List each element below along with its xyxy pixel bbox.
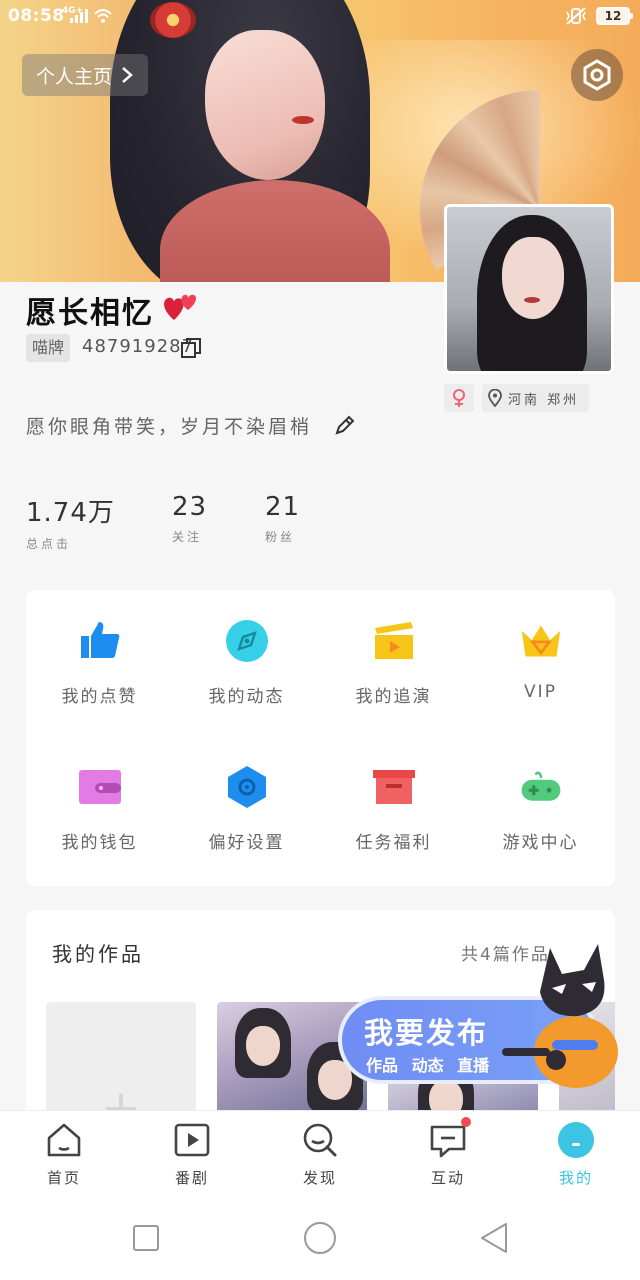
- grid-item-task-rewards[interactable]: 任务福利: [320, 736, 467, 876]
- tab-interaction[interactable]: 互动: [384, 1111, 512, 1196]
- system-navigation-bar: [0, 1196, 640, 1280]
- gift-box-icon: [373, 770, 415, 804]
- discover-icon: [303, 1123, 337, 1157]
- stat-following[interactable]: 23 关注: [172, 492, 265, 552]
- grid-label: 我的动态: [208, 687, 285, 707]
- gender-badge: [444, 384, 474, 412]
- grid-item-my-posts[interactable]: 我的动态: [173, 590, 320, 730]
- tab-label: 我的: [558, 1169, 593, 1187]
- tab-me[interactable]: 我的: [512, 1111, 640, 1196]
- grid-label: 偏好设置: [208, 833, 285, 853]
- grid-label: VIP: [524, 682, 557, 702]
- signal-icon: [70, 9, 88, 23]
- grid-item-my-follows[interactable]: 我的追演: [320, 590, 467, 730]
- tab-anime[interactable]: 番剧: [128, 1111, 256, 1196]
- grid-label: 我的钱包: [61, 833, 138, 853]
- id-badge: 喵牌: [26, 334, 71, 362]
- notification-dot: [461, 1117, 471, 1127]
- stat-label: 粉丝: [265, 530, 296, 544]
- grid-label: 我的点赞: [61, 687, 138, 707]
- status-time: 08:58: [8, 6, 65, 26]
- profile-section: 愿长相忆 喵牌 487919287 河南 郑州 愿你眼角带笑，岁月不染眉梢 1.…: [0, 204, 640, 582]
- signature: 愿你眼角带笑，岁月不染眉梢: [26, 416, 313, 438]
- stat-followers[interactable]: 21 粉丝: [265, 492, 411, 552]
- works-title: 我的作品: [52, 942, 144, 966]
- thumbs-up-icon: [81, 622, 120, 658]
- avatar-face: [502, 237, 564, 319]
- grid-item-game-center[interactable]: 游戏中心: [467, 736, 614, 876]
- username: 愿长相忆: [26, 296, 154, 331]
- bottom-tab-bar: 首页 番剧 发现 互动 我的: [0, 1110, 640, 1196]
- wallet-icon: [79, 770, 121, 804]
- personal-homepage-label: 个人主页: [36, 65, 113, 88]
- grid-label: 我的追演: [355, 687, 432, 707]
- location-pin-icon: [488, 389, 502, 407]
- publish-title: 我要发布: [364, 1016, 489, 1050]
- home-icon: [47, 1123, 81, 1157]
- stat-label: 关注: [172, 530, 203, 544]
- wifi-icon: [94, 9, 112, 23]
- stats-row: 1.74万 总点击 23 关注 21 粉丝: [26, 492, 411, 552]
- stat-total-clicks[interactable]: 1.74万 总点击: [26, 492, 172, 552]
- grid-item-my-wallet[interactable]: 我的钱包: [26, 736, 173, 876]
- status-bar: 08:58 4G+ 12: [0, 0, 640, 34]
- tab-label: 番剧: [174, 1169, 209, 1187]
- tab-discover[interactable]: 发现: [256, 1111, 384, 1196]
- clapperboard-icon: [375, 622, 413, 659]
- cat-mascot-icon[interactable]: [500, 940, 620, 1090]
- grid-label: 任务福利: [355, 833, 432, 853]
- hexagon-settings-icon: [228, 766, 266, 808]
- profile-icon: [558, 1122, 594, 1158]
- message-icon: [430, 1125, 466, 1158]
- stat-value: 1.74万: [26, 498, 115, 528]
- compass-icon: [226, 620, 268, 662]
- avatar-lip: [524, 297, 540, 303]
- publish-subtitle: 作品 动态 直播: [366, 1056, 490, 1075]
- cover-figure-face: [205, 30, 325, 180]
- tab-label: 发现: [302, 1169, 337, 1187]
- crown-icon: [521, 625, 561, 657]
- recent-apps-icon[interactable]: [126, 1218, 166, 1258]
- copy-icon[interactable]: [180, 337, 202, 359]
- grid-item-preferences[interactable]: 偏好设置: [173, 736, 320, 876]
- hexagon-settings-icon: [583, 59, 611, 91]
- grid-label: 游戏中心: [502, 833, 579, 853]
- chevron-right-icon: [122, 67, 133, 83]
- tab-home[interactable]: 首页: [0, 1111, 128, 1196]
- battery-icon: 12: [596, 7, 633, 25]
- back-triangle-icon[interactable]: [474, 1218, 514, 1258]
- stat-label: 总点击: [26, 537, 72, 551]
- vibrate-mute-icon: [566, 7, 586, 25]
- home-circle-icon[interactable]: [300, 1218, 340, 1258]
- location-badge: 河南 郑州: [482, 384, 590, 412]
- personal-homepage-button[interactable]: 个人主页: [22, 54, 149, 96]
- tab-label: 首页: [46, 1169, 81, 1187]
- cover-figure-lip: [292, 116, 314, 124]
- gamepad-icon: [521, 771, 561, 801]
- edit-pencil-icon[interactable]: [334, 414, 356, 436]
- grid-item-vip[interactable]: VIP: [467, 590, 614, 730]
- avatar[interactable]: [444, 204, 614, 374]
- play-icon: [174, 1123, 210, 1157]
- stat-value: 23: [172, 492, 208, 522]
- location-text: 河南 郑州: [508, 392, 580, 408]
- stat-value: 21: [265, 492, 301, 522]
- grid-item-my-likes[interactable]: 我的点赞: [26, 590, 173, 730]
- female-icon: [453, 389, 465, 407]
- tab-label: 互动: [430, 1169, 465, 1187]
- user-id: 487919287: [82, 336, 195, 357]
- function-grid: 我的点赞 我的动态 我的追演 VIP 我的钱包 偏好设置 任务福利 游戏中心: [26, 590, 615, 886]
- settings-button[interactable]: [571, 49, 623, 101]
- hearts-icon: [164, 294, 196, 320]
- thumb-face: [246, 1026, 280, 1066]
